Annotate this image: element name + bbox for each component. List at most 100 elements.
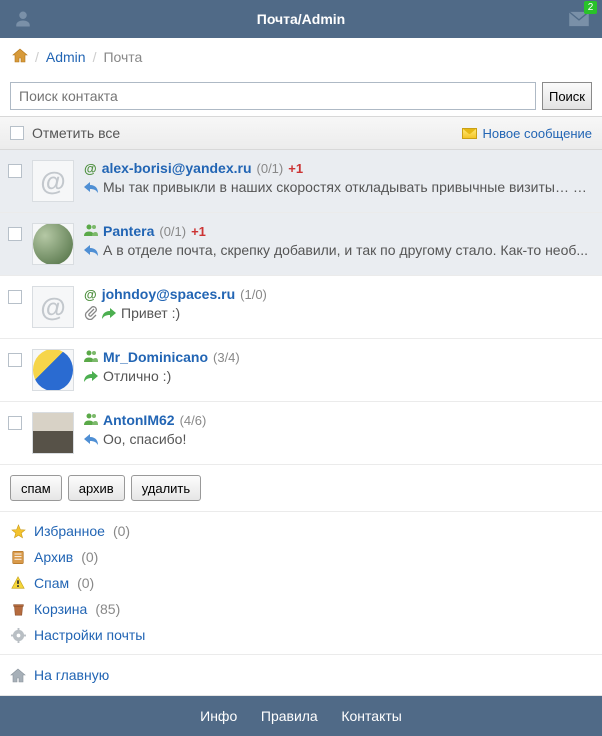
spam-icon (10, 575, 26, 591)
message-checkbox[interactable] (8, 164, 22, 178)
folder-link[interactable]: Спам (34, 575, 69, 591)
avatar (32, 223, 74, 265)
folder-count: (85) (95, 601, 120, 617)
footer-info[interactable]: Инфо (200, 708, 237, 724)
message-row[interactable]: AntonIM62 (4/6) Оо, спасибо! (0, 402, 602, 465)
breadcrumb-admin[interactable]: Admin (46, 49, 86, 65)
users-icon (84, 349, 98, 365)
breadcrumb-sep: / (93, 49, 97, 65)
page-title: Почта/Admin (0, 11, 602, 27)
forward-icon (102, 308, 116, 319)
message-counts: (4/6) (180, 413, 207, 428)
reply-icon (84, 245, 98, 256)
message-checkbox[interactable] (8, 290, 22, 304)
search-input[interactable] (10, 82, 536, 110)
message-preview: Мы так привыкли в наших скоростях отклад… (103, 179, 592, 195)
home-icon (12, 48, 28, 63)
envelope-icon (462, 128, 477, 139)
avatar: @ (32, 160, 74, 202)
message-counts: (1/0) (240, 287, 267, 302)
avatar (32, 349, 74, 391)
forward-icon (84, 371, 98, 382)
sender-link[interactable]: Pantera (103, 223, 154, 239)
search-row: Поиск (0, 76, 602, 116)
footer-contacts[interactable]: Контакты (341, 708, 401, 724)
users-icon (84, 223, 98, 236)
avatar (32, 412, 74, 454)
message-row[interactable]: @ @ johndoy@spaces.ru (1/0) Привет :) (0, 276, 602, 339)
breadcrumb: / Admin / Почта (0, 38, 602, 76)
footer-rules[interactable]: Правила (261, 708, 318, 724)
message-checkbox[interactable] (8, 353, 22, 367)
message-body: @alex-borisi@yandex.ru(0/1)+1Мы так прив… (84, 160, 592, 195)
breadcrumb-sep: / (35, 49, 39, 65)
message-preview: Привет :) (121, 305, 592, 321)
at-icon: @ (84, 287, 97, 302)
archive-button[interactable]: архив (68, 475, 125, 501)
profile-button[interactable] (8, 4, 38, 34)
breadcrumb-current: Почта (103, 49, 142, 65)
message-checkbox[interactable] (8, 416, 22, 430)
message-row[interactable]: Pantera(0/1)+1А в отделе почта, скрепку … (0, 213, 602, 276)
users-icon (84, 223, 98, 239)
sender-link[interactable]: Mr_Dominicano (103, 349, 208, 365)
message-counts: (0/1) (257, 161, 284, 176)
delete-button[interactable]: удалить (131, 475, 201, 501)
actions-row: спам архив удалить (0, 465, 602, 512)
message-body: AntonIM62 (4/6) Оо, спасибо! (84, 412, 592, 447)
folder-link[interactable]: Архив (34, 549, 73, 565)
spam-button[interactable]: спам (10, 475, 62, 501)
new-message-link[interactable]: Новое сообщение (462, 126, 592, 141)
message-body: @ johndoy@spaces.ru (1/0) Привет :) (84, 286, 592, 321)
folder-spam[interactable]: Спам (0) (0, 570, 602, 596)
archive-icon (10, 549, 26, 565)
main-link[interactable]: На главную (34, 667, 109, 683)
sender-link[interactable]: johndoy@spaces.ru (102, 286, 235, 302)
users-icon (84, 349, 98, 362)
folder-trash[interactable]: Корзина (85) (0, 596, 602, 622)
message-body: Mr_Dominicano(3/4)Отлично :) (84, 349, 592, 384)
main-link-row: На главную (0, 655, 602, 696)
user-icon (14, 10, 32, 28)
select-all-bar: Отметить все Новое сообщение (0, 116, 602, 150)
folder-archive[interactable]: Архив (0) (0, 544, 602, 570)
new-message-label: Новое сообщение (483, 126, 592, 141)
message-row[interactable]: Mr_Dominicano(3/4)Отлично :) (0, 339, 602, 402)
star-icon (10, 523, 26, 539)
sender-link[interactable]: alex-borisi@yandex.ru (102, 160, 252, 176)
users-icon (84, 412, 98, 428)
folder-count: (0) (113, 523, 130, 539)
folder-link[interactable]: Избранное (34, 523, 105, 539)
topbar: Почта/Admin 2 (0, 0, 602, 38)
trash-icon (10, 601, 26, 617)
search-button[interactable]: Поиск (542, 82, 592, 110)
reply-icon (84, 434, 98, 445)
message-row[interactable]: @@alex-borisi@yandex.ru(0/1)+1Мы так при… (0, 150, 602, 213)
folder-link[interactable]: Корзина (34, 601, 87, 617)
folder-star[interactable]: Избранное (0) (0, 518, 602, 544)
message-plus: +1 (191, 224, 206, 239)
folder-link[interactable]: Настройки почты (34, 627, 145, 643)
gear-icon (10, 627, 26, 643)
avatar: @ (32, 286, 74, 328)
message-preview: Оо, спасибо! (103, 431, 592, 447)
mail-button[interactable]: 2 (564, 4, 594, 34)
home-icon (10, 668, 26, 683)
sender-link[interactable]: AntonIM62 (103, 412, 175, 428)
folder-count: (0) (77, 575, 94, 591)
folder-list: Избранное (0)Архив (0)Спам (0)Корзина (8… (0, 512, 602, 655)
select-all-checkbox[interactable] (10, 126, 24, 140)
folder-count: (0) (81, 549, 98, 565)
message-list: @ @ alex-borisi@yandex.ru (0/1) +1 Мы так при… (0, 150, 602, 465)
message-body: Pantera(0/1)+1А в отделе почта, скрепку … (84, 223, 592, 258)
unread-badge: 2 (584, 1, 597, 14)
breadcrumb-home[interactable] (12, 48, 28, 66)
folder-gear[interactable]: Настройки почты (0, 622, 602, 648)
users-icon (84, 412, 98, 425)
at-icon: @ (84, 161, 97, 176)
message-checkbox[interactable] (8, 227, 22, 241)
message-counts: (0/1) (159, 224, 186, 239)
footer: Инфо Правила Контакты (0, 696, 602, 736)
message-counts: (3/4) (213, 350, 240, 365)
clip-icon (84, 306, 97, 320)
